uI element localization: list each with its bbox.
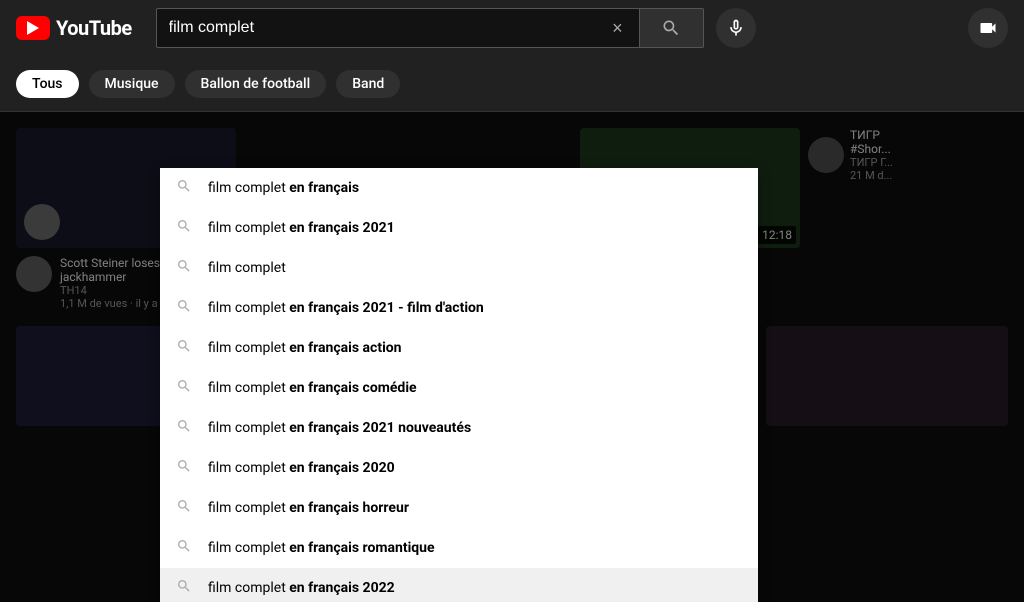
search-icon-6 — [176, 418, 192, 438]
search-input[interactable] — [169, 19, 608, 37]
autocomplete-item-2[interactable]: film complet — [160, 248, 758, 288]
youtube-logo-text: YouTube — [56, 16, 132, 40]
search-input-wrapper: × — [156, 8, 640, 48]
search-icon — [661, 18, 681, 38]
search-icon-2 — [176, 258, 192, 278]
search-icon-4 — [176, 338, 192, 358]
search-icon-8 — [176, 498, 192, 518]
autocomplete-item-4[interactable]: film complet en français action — [160, 328, 758, 368]
autocomplete-item-8[interactable]: film complet en français horreur — [160, 488, 758, 528]
header: YouTube × — [0, 0, 1024, 56]
search-icon-7 — [176, 458, 192, 478]
search-icon-1 — [176, 218, 192, 238]
search-icon-3 — [176, 298, 192, 318]
chip-tous[interactable]: Tous — [16, 70, 79, 98]
autocomplete-item-3[interactable]: film complet en français 2021 - film d'a… — [160, 288, 758, 328]
search-button[interactable] — [640, 8, 704, 48]
search-icon-9 — [176, 538, 192, 558]
autocomplete-item-5[interactable]: film complet en français comédie — [160, 368, 758, 408]
autocomplete-item-10[interactable]: film complet en français 2022 — [160, 568, 758, 602]
autocomplete-dropdown: film complet en français film complet en… — [160, 168, 758, 602]
chips-bar: Tous Musique Ballon de football Band — [0, 56, 1024, 112]
upload-icon — [978, 18, 998, 38]
mic-icon — [726, 18, 746, 38]
header-right — [968, 8, 1008, 48]
autocomplete-item-6[interactable]: film complet en français 2021 nouveautés — [160, 408, 758, 448]
autocomplete-item-7[interactable]: film complet en français 2020 — [160, 448, 758, 488]
autocomplete-item-9[interactable]: film complet en français romantique — [160, 528, 758, 568]
youtube-logo-icon — [16, 16, 50, 40]
logo-area[interactable]: YouTube — [16, 16, 132, 40]
search-container: × — [156, 8, 756, 48]
search-icon-5 — [176, 378, 192, 398]
upload-button[interactable] — [968, 8, 1008, 48]
autocomplete-item-0[interactable]: film complet en français — [160, 168, 758, 208]
search-icon-0 — [176, 178, 192, 198]
chip-musique[interactable]: Musique — [89, 70, 175, 98]
clear-search-button[interactable]: × — [608, 14, 627, 43]
mic-button[interactable] — [716, 8, 756, 48]
autocomplete-item-1[interactable]: film complet en français 2021 — [160, 208, 758, 248]
main-content: Scott Steiner loses... Goldberg jackhamm… — [0, 112, 1024, 602]
chip-ballon[interactable]: Ballon de football — [185, 70, 327, 98]
search-icon-10 — [176, 578, 192, 598]
chip-band[interactable]: Band — [336, 70, 400, 98]
